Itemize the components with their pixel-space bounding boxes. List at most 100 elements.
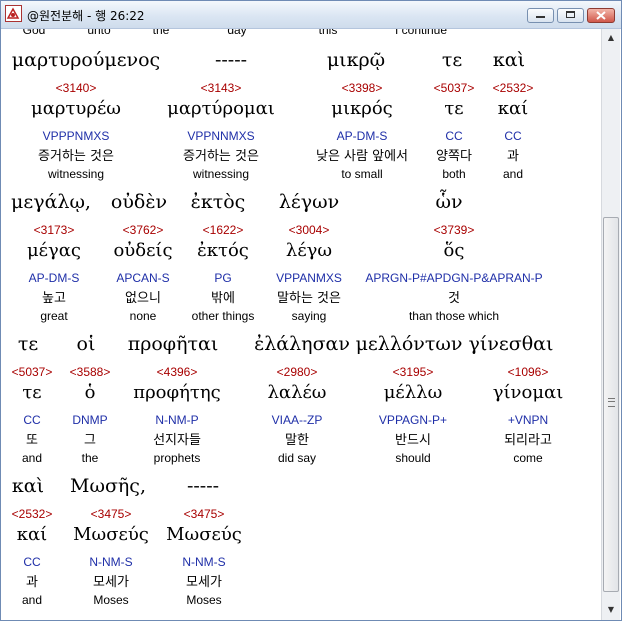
greek-word[interactable]: μελλόντων (356, 335, 463, 354)
lemma-word[interactable]: μέλλω (384, 384, 443, 402)
korean-gloss: 없으니 (125, 291, 161, 306)
english-gloss: Moses (186, 593, 222, 607)
strong-number-link[interactable]: <2980> (277, 366, 318, 378)
english-gloss: prophets (153, 451, 201, 465)
strong-number-link[interactable]: <4396> (157, 366, 198, 378)
scroll-thumb[interactable] (603, 217, 619, 592)
app-icon[interactable] (5, 5, 22, 22)
lemma-word[interactable]: τε (22, 384, 41, 402)
greek-word[interactable]: καὶ (493, 51, 525, 70)
strong-number-link[interactable]: <3173> (34, 224, 75, 236)
scroll-down-arrow-icon[interactable]: ▼ (603, 602, 619, 618)
korean-gloss: 것 (448, 291, 460, 306)
vertical-scrollbar[interactable]: ▲ ▼ (601, 29, 620, 620)
greek-word[interactable]: τε (442, 51, 462, 70)
maximize-button[interactable] (557, 8, 584, 23)
greek-word[interactable]: Μωσῆς, (70, 477, 146, 496)
partial-english-word: the (152, 29, 170, 37)
lemma-word[interactable]: τε (444, 100, 463, 118)
parsing-code: N-NM-S (89, 555, 133, 569)
strong-number-link[interactable]: <5037> (434, 82, 475, 94)
korean-gloss: 말한 (285, 433, 309, 448)
lemma-word[interactable]: μαρτύρομαι (167, 100, 275, 118)
strong-number-link[interactable]: <3143> (201, 82, 242, 94)
greek-word[interactable]: τε (18, 335, 38, 354)
strong-number-link[interactable]: <3004> (289, 224, 330, 236)
english-gloss: saying (291, 309, 327, 323)
strong-number-link[interactable]: <3475> (91, 508, 132, 520)
app-window: @원전분해 - 행 26:22 God unto the day this I conti… (0, 0, 622, 621)
english-gloss: than those which (408, 309, 500, 323)
parsing-code: VPPNNMXS (187, 129, 255, 143)
parsing-code: APCAN-S (116, 271, 170, 285)
strong-number-link[interactable]: <2532> (12, 508, 53, 520)
strong-number-link[interactable]: <3588> (70, 366, 111, 378)
korean-gloss: 말하는 것은 (277, 291, 341, 306)
english-gloss: other things (191, 309, 255, 323)
greek-word[interactable]: προφῆται (128, 335, 219, 354)
greek-word[interactable]: μεγάλῳ, (11, 193, 91, 212)
strong-number-link[interactable]: <3762> (123, 224, 164, 236)
lemma-word[interactable]: καί (498, 100, 528, 118)
partial-english-word: I continue (394, 29, 448, 37)
strong-number-link[interactable]: <3475> (184, 508, 225, 520)
strong-number-link[interactable]: <2532> (493, 82, 534, 94)
lemma-word[interactable]: ἐκτός (197, 242, 249, 260)
parsing-code: VIAA--ZP (271, 413, 323, 427)
korean-gloss: 과 (507, 149, 519, 164)
lemma-word[interactable]: Μωσεύς (73, 526, 149, 544)
lemma-word[interactable]: προφήτης (133, 384, 220, 402)
title-bar[interactable]: @원전분해 - 행 26:22 (1, 1, 621, 29)
lemma-word[interactable]: γίνομαι (493, 384, 564, 402)
maximize-icon (566, 11, 575, 18)
korean-gloss: 그 (84, 433, 96, 448)
greek-word[interactable]: ἐλάλησαν (254, 335, 350, 354)
parsing-code: DNMP (72, 413, 108, 427)
english-gloss: come (513, 451, 543, 465)
lemma-word[interactable]: οὐδείς (113, 242, 172, 260)
strong-number-link[interactable]: <3739> (434, 224, 475, 236)
english-gloss: Moses (93, 593, 129, 607)
strong-number-link[interactable]: <5037> (12, 366, 53, 378)
partial-english-word: day (227, 29, 247, 37)
lemma-word[interactable]: λέγω (286, 242, 332, 260)
lemma-word[interactable]: μικρός (331, 100, 393, 118)
greek-word[interactable]: ----- (187, 477, 219, 496)
greek-word[interactable]: λέγων (279, 193, 339, 212)
english-gloss: and (502, 167, 524, 181)
greek-word[interactable]: μαρτυρούμενος (12, 51, 160, 70)
lemma-word[interactable]: ὅς (444, 242, 465, 260)
greek-word[interactable]: οἱ (77, 335, 96, 354)
korean-gloss: 증거하는 것은 (38, 149, 114, 164)
strong-number-link[interactable]: <3398> (342, 82, 383, 94)
lemma-word[interactable]: καί (17, 526, 47, 544)
greek-word[interactable]: ἐκτὸς (191, 193, 246, 212)
english-gloss: and (21, 593, 43, 607)
lemma-word[interactable]: Μωσεύς (166, 526, 242, 544)
strong-number-link[interactable]: <3195> (393, 366, 434, 378)
greek-word[interactable]: γίνεσθαι (469, 335, 554, 354)
minimize-button[interactable] (527, 8, 554, 23)
minimize-icon (536, 13, 545, 18)
lemma-word[interactable]: ὁ (85, 384, 96, 402)
strong-number-link[interactable]: <1622> (203, 224, 244, 236)
strong-number-link[interactable]: <1096> (508, 366, 549, 378)
lemma-word[interactable]: μαρτυρέω (31, 100, 121, 118)
english-gloss: witnessing (192, 167, 250, 181)
korean-gloss: 양쪽다 (436, 149, 472, 164)
scroll-up-arrow-icon[interactable]: ▲ (603, 30, 619, 46)
partial-english-word: this (318, 29, 338, 37)
greek-word[interactable]: μικρῷ (327, 51, 385, 70)
greek-word[interactable]: καὶ (12, 477, 44, 496)
lemma-word[interactable]: μέγας (27, 242, 81, 260)
english-gloss: to small (341, 167, 383, 181)
analysis-content: God unto the day this I continue μαρτυρούμενος… (1, 29, 601, 620)
lemma-word[interactable]: λαλέω (268, 384, 327, 402)
korean-gloss: 낮은 사람 앞에서 (316, 149, 408, 164)
greek-word[interactable]: ----- (215, 51, 247, 70)
greek-word[interactable]: οὐδὲν (111, 193, 167, 212)
close-button[interactable] (587, 8, 615, 23)
english-gloss: witnessing (47, 167, 105, 181)
strong-number-link[interactable]: <3140> (56, 82, 97, 94)
greek-word[interactable]: ὧν (435, 193, 462, 212)
